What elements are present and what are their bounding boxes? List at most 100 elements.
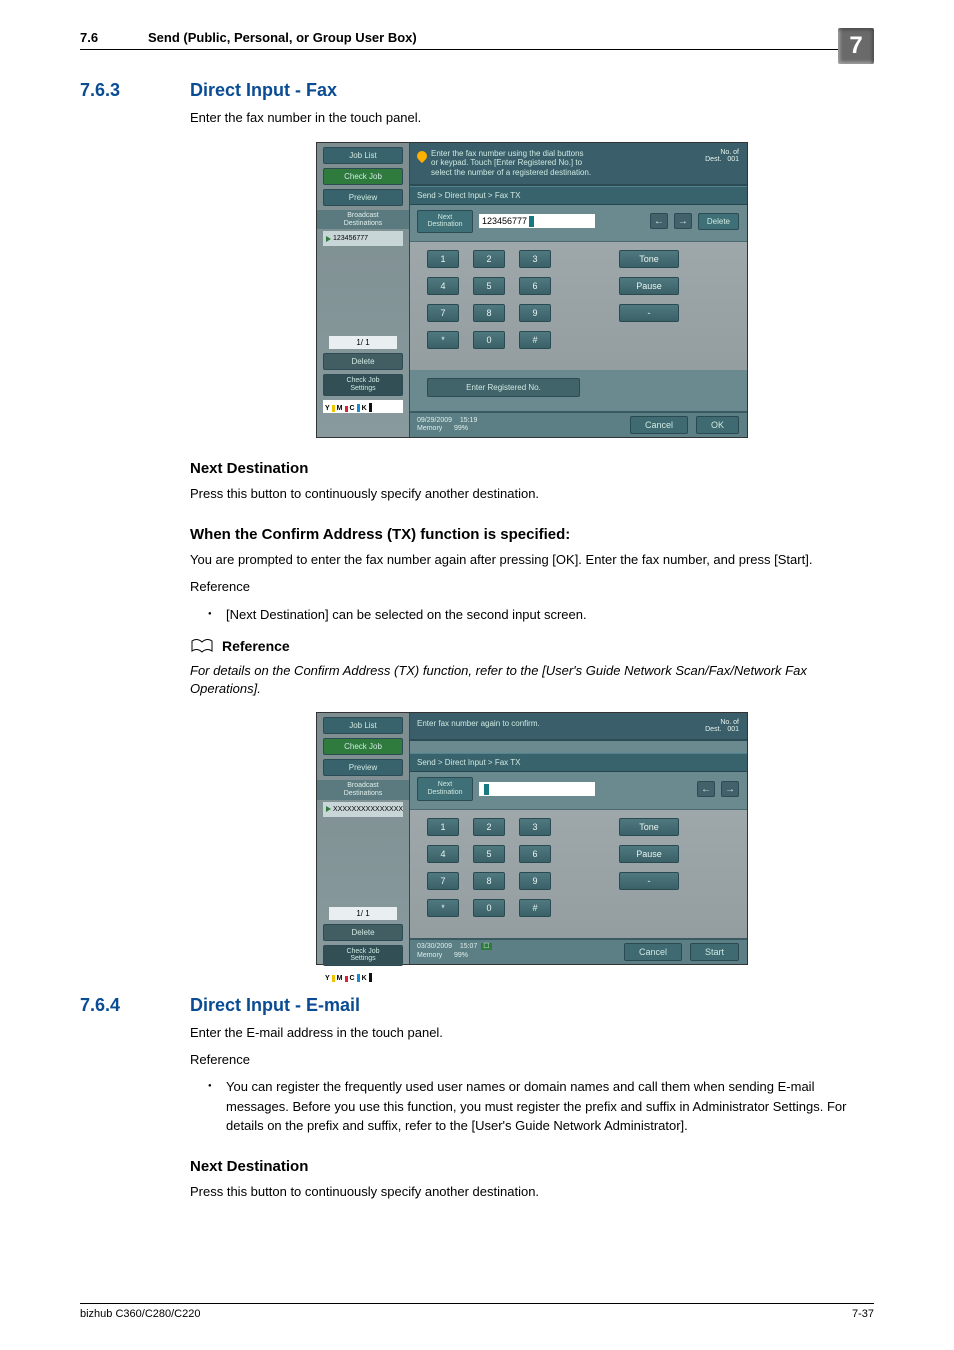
preview-button[interactable]: Preview bbox=[323, 759, 403, 776]
reference-label: Reference bbox=[190, 1051, 874, 1070]
list-item: You can register the frequently used use… bbox=[190, 1077, 874, 1136]
reference-heading: Reference bbox=[222, 638, 290, 654]
key-dash[interactable]: - bbox=[619, 304, 679, 322]
left-delete-button[interactable]: Delete bbox=[323, 924, 403, 941]
key-3[interactable]: 3 bbox=[519, 250, 551, 268]
dest-arrow-icon bbox=[326, 236, 331, 242]
dest-page-indicator: 1/ 1 bbox=[329, 336, 397, 349]
next-destination-text: Press this button to continuously specif… bbox=[190, 485, 874, 504]
left-delete-button[interactable]: Delete bbox=[323, 353, 403, 370]
next-destination-button[interactable]: Next Destination bbox=[417, 210, 473, 233]
chapter-badge: 7 bbox=[838, 28, 874, 64]
cursor-icon bbox=[484, 784, 489, 795]
key-hash[interactable]: # bbox=[519, 899, 551, 917]
key-7[interactable]: 7 bbox=[427, 304, 459, 322]
key-star[interactable]: * bbox=[427, 331, 459, 349]
section-number: 7.6.3 bbox=[80, 80, 190, 101]
key-3[interactable]: 3 bbox=[519, 818, 551, 836]
key-4[interactable]: 4 bbox=[427, 845, 459, 863]
toner-levels: Y M C K bbox=[323, 970, 403, 983]
preview-button[interactable]: Preview bbox=[323, 189, 403, 206]
page-footer: bizhub C360/C280/C220 7-37 bbox=[80, 1303, 874, 1320]
key-star[interactable]: * bbox=[427, 899, 459, 917]
fax-entry-row: Next Destination 123456777 ← → Delete bbox=[409, 205, 747, 242]
section-heading-763: 7.6.3 Direct Input - Fax bbox=[80, 80, 874, 101]
key-5[interactable]: 5 bbox=[473, 845, 505, 863]
dest-list-item[interactable]: 123456777 bbox=[323, 231, 403, 246]
reference-body: For details on the Confirm Address (TX) … bbox=[190, 662, 874, 698]
broadcast-label: Broadcast Destinations bbox=[317, 210, 409, 229]
touchpanel-fax-confirm: Job List Check Job Preview Broadcast Des… bbox=[316, 712, 748, 964]
key-8[interactable]: 8 bbox=[473, 872, 505, 890]
fax-number-field[interactable]: 123456777 bbox=[479, 214, 595, 228]
panel-left-sidebar: Job List Check Job Preview Broadcast Des… bbox=[317, 713, 410, 963]
key-4[interactable]: 4 bbox=[427, 277, 459, 295]
ok-button[interactable]: OK bbox=[696, 416, 739, 434]
key-8[interactable]: 8 bbox=[473, 304, 505, 322]
key-pause[interactable]: Pause bbox=[619, 277, 679, 295]
footer-product: bizhub C360/C280/C220 bbox=[80, 1308, 200, 1320]
touchpanel-fax-directinput: Job List Check Job Preview Broadcast Des… bbox=[316, 142, 748, 438]
dest-list-item[interactable]: XXXXXXXXXXXXXXX bbox=[323, 802, 403, 817]
key-6[interactable]: 6 bbox=[519, 845, 551, 863]
key-tone[interactable]: Tone bbox=[619, 818, 679, 836]
caret-left-button[interactable]: ← bbox=[697, 781, 715, 797]
dest-page-indicator: 1/ 1 bbox=[329, 907, 397, 920]
panel-footer: 03/30/2009 15:07 ☐ Memory 99% Cancel Sta… bbox=[409, 938, 747, 964]
key-2[interactable]: 2 bbox=[473, 250, 505, 268]
key-pause[interactable]: Pause bbox=[619, 845, 679, 863]
key-5[interactable]: 5 bbox=[473, 277, 505, 295]
key-dash[interactable]: - bbox=[619, 872, 679, 890]
section-intro: Enter the E-mail address in the touch pa… bbox=[190, 1024, 874, 1043]
key-1[interactable]: 1 bbox=[427, 250, 459, 268]
key-0[interactable]: 0 bbox=[473, 331, 505, 349]
key-2[interactable]: 2 bbox=[473, 818, 505, 836]
job-list-button[interactable]: Job List bbox=[323, 717, 403, 734]
reference-callout: Reference bbox=[190, 638, 874, 654]
dial-keypad: 1 2 3 Tone 4 5 6 Pause bbox=[409, 242, 747, 370]
cursor-icon bbox=[529, 216, 534, 227]
fax-entry-row: Next Destination ← → bbox=[409, 772, 747, 809]
key-0[interactable]: 0 bbox=[473, 899, 505, 917]
key-9[interactable]: 9 bbox=[519, 304, 551, 322]
check-job-settings-button[interactable]: Check Job Settings bbox=[323, 945, 403, 966]
key-6[interactable]: 6 bbox=[519, 277, 551, 295]
job-list-button[interactable]: Job List bbox=[323, 147, 403, 164]
list-item: [Next Destination] can be selected on th… bbox=[190, 605, 874, 625]
panel-footer: 09/29/2009 15:19 Memory 99% Cancel OK bbox=[409, 411, 747, 437]
cancel-button[interactable]: Cancel bbox=[630, 416, 688, 434]
breadcrumb-num: 7.6 bbox=[80, 30, 148, 45]
delete-entry-button[interactable]: Delete bbox=[698, 213, 739, 230]
breadcrumb: 7.6 Send (Public, Personal, or Group Use… bbox=[80, 30, 874, 50]
status-icon: ☐ bbox=[481, 943, 491, 950]
dest-arrow-icon bbox=[326, 806, 331, 812]
hint-bar: Enter fax number again to confirm. No. o… bbox=[409, 713, 747, 741]
section-title: Direct Input - E-mail bbox=[190, 995, 360, 1016]
key-hash[interactable]: # bbox=[519, 331, 551, 349]
next-destination-button[interactable]: Next Destination bbox=[417, 777, 473, 800]
book-icon bbox=[190, 638, 214, 654]
check-job-button[interactable]: Check Job bbox=[323, 738, 403, 755]
caret-left-button[interactable]: ← bbox=[650, 213, 668, 229]
start-button[interactable]: Start bbox=[690, 943, 739, 961]
key-9[interactable]: 9 bbox=[519, 872, 551, 890]
caret-right-button[interactable]: → bbox=[674, 213, 692, 229]
enter-registered-no-button[interactable]: Enter Registered No. bbox=[427, 378, 580, 397]
key-1[interactable]: 1 bbox=[427, 818, 459, 836]
check-job-settings-button[interactable]: Check Job Settings bbox=[323, 374, 403, 395]
panel-breadcrumb: Send > Direct Input > Fax TX bbox=[409, 753, 747, 772]
section-intro: Enter the fax number in the touch panel. bbox=[190, 109, 874, 128]
section-heading-764: 7.6.4 Direct Input - E-mail bbox=[80, 995, 874, 1016]
fax-number-field[interactable] bbox=[479, 782, 595, 796]
panel-left-sidebar: Job List Check Job Preview Broadcast Des… bbox=[317, 143, 410, 437]
check-job-button[interactable]: Check Job bbox=[323, 168, 403, 185]
section-number: 7.6.4 bbox=[80, 995, 190, 1016]
key-7[interactable]: 7 bbox=[427, 872, 459, 890]
cancel-button[interactable]: Cancel bbox=[624, 943, 682, 961]
breadcrumb-title: Send (Public, Personal, or Group User Bo… bbox=[148, 30, 417, 45]
key-tone[interactable]: Tone bbox=[619, 250, 679, 268]
hint-bar: Enter the fax number using the dial butt… bbox=[409, 143, 747, 186]
next-destination-text: Press this button to continuously specif… bbox=[190, 1183, 874, 1202]
footer-pagenum: 7-37 bbox=[852, 1308, 874, 1320]
caret-right-button[interactable]: → bbox=[721, 781, 739, 797]
